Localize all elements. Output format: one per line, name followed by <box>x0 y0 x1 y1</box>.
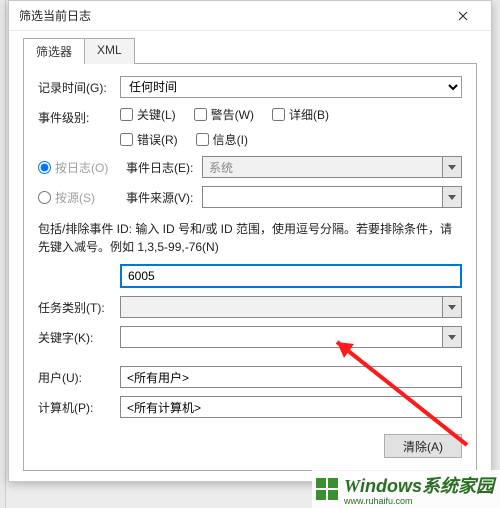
row-keywords: 关键字(K): <box>38 326 462 348</box>
filter-dialog: 筛选当前日志 筛选器 XML 记录时间(G): 任何时间 事件级别: 关键(L)… <box>8 0 492 482</box>
chk-verbose[interactable]: 详细(B) <box>272 106 329 123</box>
chevron-down-icon <box>448 195 456 200</box>
user-input[interactable] <box>120 366 462 388</box>
button-bar: 清除(A) <box>38 434 462 458</box>
id-hint: 包括/排除事件 ID: 输入 ID 号和/或 ID 范围，使用逗号分隔。若要排除… <box>38 220 462 256</box>
computer-input[interactable] <box>120 396 462 418</box>
keywords-dropdown-button[interactable] <box>442 326 462 348</box>
row-id <box>38 264 462 288</box>
label-computer: 计算机(P): <box>38 399 120 416</box>
chk-information-box[interactable] <box>196 133 209 146</box>
close-icon <box>458 11 468 21</box>
tab-filter[interactable]: 筛选器 <box>23 38 85 64</box>
eventlog-value: 系统 <box>202 156 442 178</box>
chk-verbose-box[interactable] <box>272 108 285 121</box>
chevron-down-icon <box>448 335 456 340</box>
label-keywords: 关键字(K): <box>38 329 120 346</box>
chk-warning[interactable]: 警告(W) <box>194 106 254 123</box>
keywords-value <box>120 326 442 348</box>
chk-information[interactable]: 信息(I) <box>196 131 248 148</box>
label-level: 事件级别: <box>38 106 120 126</box>
background-sliver <box>0 0 6 508</box>
task-combo[interactable] <box>120 296 462 318</box>
watermark-logo-icon <box>314 476 340 502</box>
clear-button[interactable]: 清除(A) <box>384 434 462 458</box>
radio-bysource[interactable]: 按源(S) <box>38 189 95 206</box>
radio-bysource-input[interactable] <box>38 191 51 204</box>
logged-combo[interactable]: 任何时间 <box>120 76 462 98</box>
close-button[interactable] <box>443 3 483 29</box>
watermark: Windows系统家园 www.ruhaifu.com <box>312 470 500 508</box>
eventsource-combo[interactable] <box>202 186 462 208</box>
event-id-input[interactable] <box>120 264 462 288</box>
task-dropdown-button[interactable] <box>442 296 462 318</box>
tab-page: 记录时间(G): 任何时间 事件级别: 关键(L) 警告(W) 详细(B) 错误… <box>23 63 477 471</box>
row-level: 事件级别: 关键(L) 警告(W) 详细(B) 错误(R) 信息(I) <box>38 106 462 148</box>
row-computer: 计算机(P): <box>38 396 462 418</box>
chk-error[interactable]: 错误(R) <box>120 131 178 148</box>
eventlog-dropdown-button[interactable] <box>442 156 462 178</box>
label-logged: 记录时间(G): <box>38 79 120 96</box>
eventsource-dropdown-button[interactable] <box>442 186 462 208</box>
window-title: 筛选当前日志 <box>19 7 443 24</box>
tab-strip: 筛选器 XML <box>9 31 491 63</box>
row-task: 任务类别(T): <box>38 296 462 318</box>
task-value <box>120 296 442 318</box>
keywords-combo[interactable] <box>120 326 462 348</box>
chevron-down-icon <box>448 165 456 170</box>
label-task: 任务类别(T): <box>38 299 120 316</box>
chk-error-box[interactable] <box>120 133 133 146</box>
titlebar: 筛选当前日志 <box>9 1 491 31</box>
label-eventsource: 事件来源(V): <box>120 189 202 206</box>
watermark-text: Windows系统家园 www.ruhaifu.com <box>344 472 494 506</box>
chk-warning-box[interactable] <box>194 108 207 121</box>
chevron-down-icon <box>448 305 456 310</box>
row-user: 用户(U): <box>38 366 462 388</box>
radio-bylog-input[interactable] <box>38 161 51 174</box>
eventsource-value <box>202 186 442 208</box>
level-checks: 关键(L) 警告(W) 详细(B) 错误(R) 信息(I) <box>120 106 462 148</box>
row-bylog: 按日志(O) 事件日志(E): 系统 <box>38 156 462 178</box>
label-user: 用户(U): <box>38 369 120 386</box>
row-bysource: 按源(S) 事件来源(V): <box>38 186 462 208</box>
eventlog-combo[interactable]: 系统 <box>202 156 462 178</box>
chk-critical-box[interactable] <box>120 108 133 121</box>
chk-critical[interactable]: 关键(L) <box>120 106 176 123</box>
row-logged: 记录时间(G): 任何时间 <box>38 76 462 98</box>
tab-xml[interactable]: XML <box>84 38 135 64</box>
radio-bylog[interactable]: 按日志(O) <box>38 159 108 176</box>
label-eventlog: 事件日志(E): <box>120 159 202 176</box>
